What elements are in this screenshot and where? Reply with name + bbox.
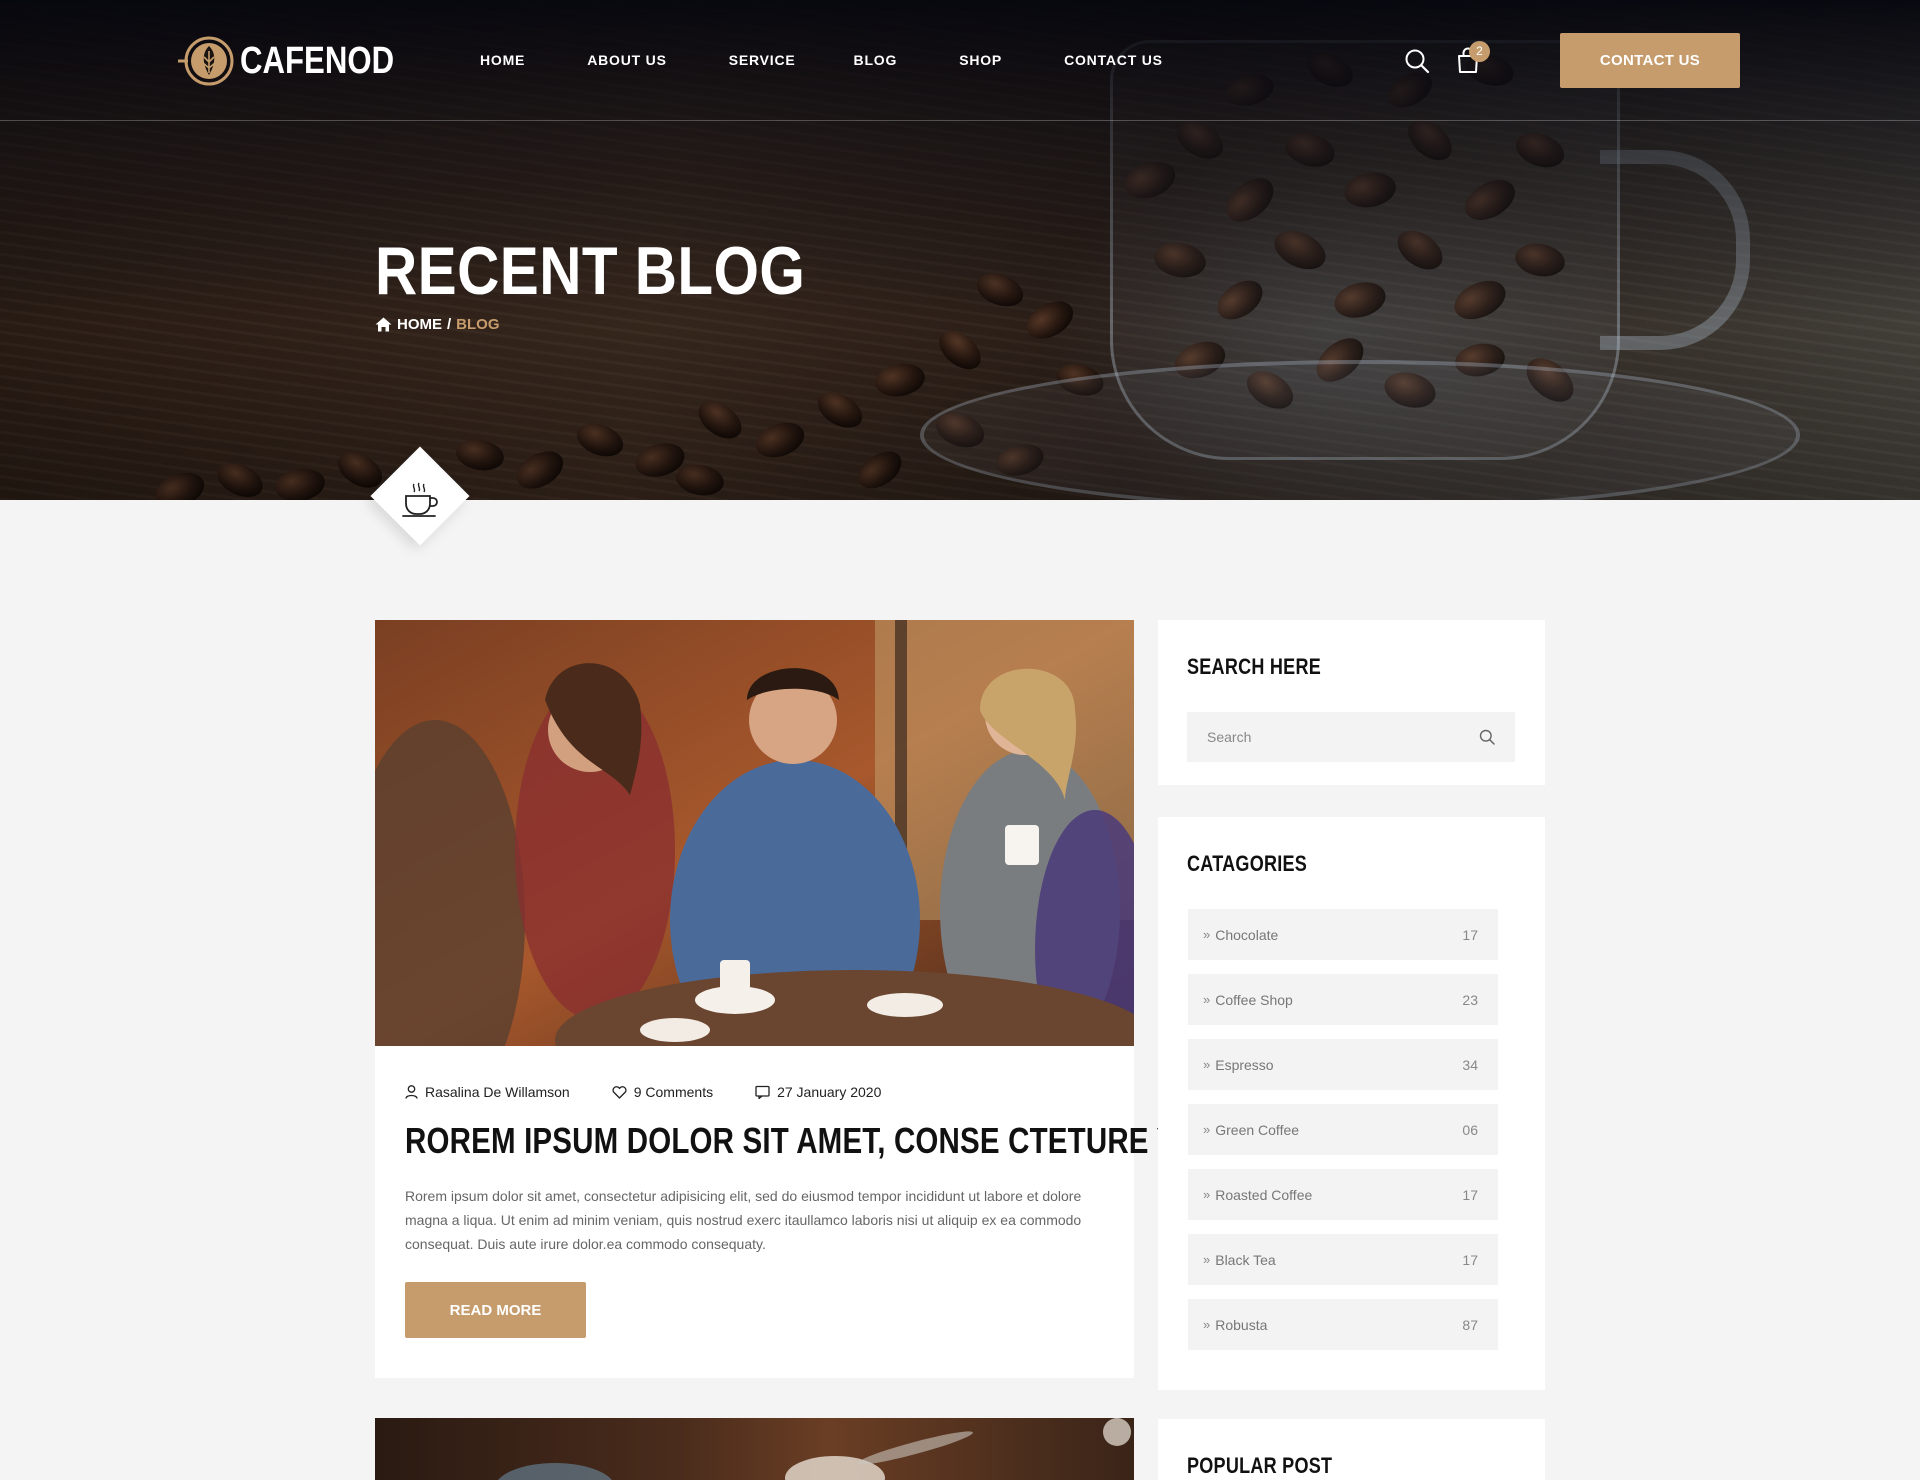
search-widget-title: SEARCH HERE [1187, 654, 1322, 679]
category-item[interactable]: » Chocolate 17 [1188, 909, 1498, 960]
categories-widget: CATAGORIES » Chocolate 17 » Coffee Shop … [1158, 817, 1545, 1390]
next-post-image[interactable] [375, 1418, 1134, 1480]
category-name: Coffee Shop [1215, 991, 1293, 1008]
category-count: 23 [1462, 991, 1478, 1008]
post-excerpt: Rorem ipsum dolor sit amet, consectetur … [405, 1188, 1082, 1252]
search-widget: SEARCH HERE [1158, 620, 1545, 785]
next-post-photo [498, 1418, 1131, 1480]
category-name: Roasted Coffee [1215, 1186, 1313, 1203]
nav-about-us[interactable]: ABOUT US [587, 52, 667, 68]
category-item[interactable]: » Espresso 34 [1188, 1039, 1498, 1090]
double-chevron-right-icon: » [1203, 1317, 1211, 1332]
category-count: 87 [1462, 1316, 1478, 1333]
post-comments[interactable]: 9 Comments [612, 1084, 713, 1100]
breadcrumb-separator: / [447, 316, 452, 333]
breadcrumb-current: BLOG [456, 316, 500, 333]
category-item[interactable]: » Roasted Coffee 17 [1188, 1169, 1498, 1220]
home-icon [375, 317, 392, 332]
category-name: Chocolate [1215, 926, 1279, 943]
read-more-button[interactable]: READ MORE [405, 1282, 586, 1338]
category-item[interactable]: » Coffee Shop 23 [1188, 974, 1498, 1025]
post-date: 27 January 2020 [755, 1084, 881, 1100]
category-count: 06 [1462, 1121, 1478, 1138]
double-chevron-right-icon: » [1203, 1122, 1211, 1137]
category-item[interactable]: » Robusta 87 [1188, 1299, 1498, 1350]
double-chevron-right-icon: » [1203, 1057, 1211, 1072]
page-title: RECENT BLOG [375, 233, 806, 309]
search-icon[interactable] [1479, 729, 1495, 745]
breadcrumb: HOME / BLOG [375, 316, 500, 333]
post-title[interactable]: ROREM IPSUM DOLOR SIT AMET, CONSE CTETUR… [405, 1120, 1266, 1162]
latte-art-logo-icon [178, 36, 234, 86]
nav-home[interactable]: HOME [480, 52, 525, 68]
user-icon [405, 1085, 418, 1099]
nav-service[interactable]: SERVICE [729, 52, 796, 68]
double-chevron-right-icon: » [1203, 927, 1211, 942]
heart-icon [612, 1085, 627, 1099]
cart-count-badge: 2 [1469, 41, 1490, 62]
search-input[interactable] [1187, 712, 1515, 762]
category-name: Black Tea [1215, 1251, 1276, 1268]
site-header: CAFENOD HOME ABOUT US SERVICE BLOG SHOP … [0, 0, 1920, 121]
category-item[interactable]: » Green Coffee 06 [1188, 1104, 1498, 1155]
contact-us-button[interactable]: CONTACT US [1560, 33, 1740, 88]
brand-logo[interactable]: CAFENOD [178, 33, 428, 89]
popular-post-widget-title: POPULAR POST [1187, 1453, 1333, 1478]
category-name: Green Coffee [1215, 1121, 1300, 1138]
category-count: 17 [1462, 1251, 1478, 1268]
category-list: » Chocolate 17 » Coffee Shop 23 » Espres… [1188, 909, 1498, 1364]
post-author[interactable]: Rasalina De Willamson [405, 1084, 570, 1100]
category-item[interactable]: » Black Tea 17 [1188, 1234, 1498, 1285]
coffee-cup-icon [402, 482, 438, 517]
breadcrumb-home[interactable]: HOME [397, 316, 442, 333]
categories-widget-title: CATAGORIES [1187, 851, 1308, 876]
category-name: Robusta [1215, 1316, 1268, 1333]
search-box [1187, 712, 1515, 762]
blog-post-card: Rasalina De Willamson 9 Comments 27 Janu… [375, 620, 1266, 1378]
double-chevron-right-icon: » [1203, 1187, 1211, 1202]
popular-post-widget: POPULAR POST [1158, 1419, 1545, 1480]
search-icon[interactable] [1404, 48, 1430, 74]
nav-blog[interactable]: BLOG [854, 52, 898, 68]
nav-shop[interactable]: SHOP [959, 52, 1002, 68]
brand-name: CAFENOD [240, 39, 395, 82]
category-count: 17 [1462, 1186, 1478, 1203]
category-count: 17 [1462, 926, 1478, 943]
calendar-icon [755, 1085, 770, 1099]
double-chevron-right-icon: » [1203, 992, 1211, 1007]
category-count: 34 [1462, 1056, 1478, 1073]
main-nav: HOME ABOUT US SERVICE BLOG SHOP CONTACT … [480, 52, 1225, 68]
double-chevron-right-icon: » [1203, 1252, 1211, 1267]
nav-contact-us[interactable]: CONTACT US [1064, 52, 1163, 68]
category-name: Espresso [1215, 1056, 1274, 1073]
post-meta: Rasalina De Willamson 9 Comments 27 Janu… [405, 1084, 923, 1100]
post-image[interactable] [375, 620, 1134, 1046]
